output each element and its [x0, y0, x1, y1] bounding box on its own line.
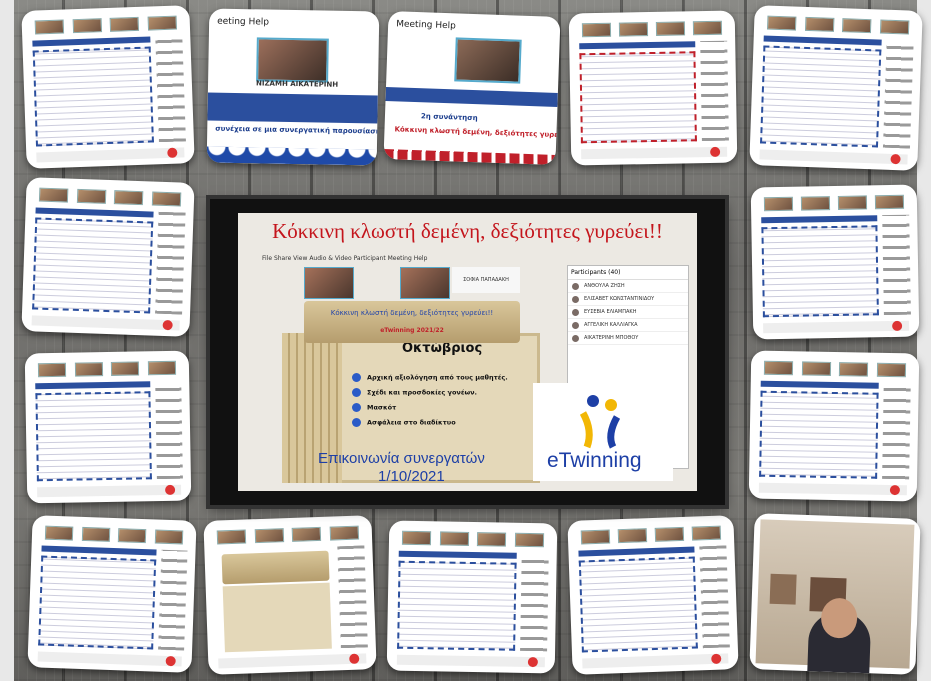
thumb3-meeting: 2η συνάντηση: [420, 112, 478, 123]
thumbnail-9: [748, 350, 920, 502]
etwinning-figure-icon: [579, 395, 621, 449]
participants-header: Participants (40): [568, 266, 688, 280]
thumbnail-12: [386, 520, 558, 674]
participant-row: ΑΝΘΟΥΛΑ ΖΗΣΗ: [568, 280, 688, 293]
agenda-list: Αρχική αξιολόγηση από τους μαθητές. Σχέδ…: [352, 373, 508, 433]
agenda-item-3: Μασκότ: [352, 403, 508, 412]
meeting-name-right: ΣΟΦΙΑ ΠΑΠΑΔΑΚΗ: [452, 267, 520, 293]
left-border: [0, 0, 14, 681]
participant-row: ΕΛΙΣΑΒΕΤ ΚΩΝΣΤΑΝΤΙΝΙΔΟΥ: [568, 293, 688, 306]
thumb2-menu: eeting Help: [217, 16, 270, 28]
thumbnail-2: eeting Help ΝΙΖΑΜΗ ΑΙΚΑΤΕΡΙΝΗ συνέχεια σ…: [206, 8, 380, 166]
thumbnail-10: [27, 515, 197, 673]
scroll-banner: Κόκκινη κλωστή δεμένη, δεξιότητες γυρεύε…: [304, 301, 520, 343]
year-label: eTwinning 2021/22: [380, 327, 444, 334]
caption-line2: 1/10/2021: [378, 468, 445, 485]
central-screenshot: Κόκκινη κλωστή δεμένη, δεξιότητες γυρεύε…: [238, 213, 697, 491]
thumb2-text: συνέχεια σε μια συνεργατική παρουσίαση, …: [215, 124, 380, 137]
thumbnail-1: [21, 5, 195, 169]
thumbnail-6: [21, 177, 195, 337]
thumbnail-5: [749, 5, 923, 171]
agenda-item-1: Αρχική αξιολόγηση από τους μαθητές.: [352, 373, 508, 382]
thumb2-name: ΝΙΖΑΜΗ ΑΙΚΑΤΕΡΙΝΗ: [255, 79, 339, 89]
thumbnail-7: [24, 350, 192, 504]
thumbnail-11: [203, 515, 377, 675]
thumbnail-8: [750, 184, 920, 340]
participant-row: ΑΙΚΑΤΕΡΙΝΗ ΜΠΟΘΟΥ: [568, 332, 688, 345]
video-tile-2: [400, 267, 450, 299]
month-label: Οκτώβριος: [402, 341, 483, 356]
thumbnail-3: Meeting Help 2η συνάντηση Κόκκινη κλωστή…: [383, 11, 561, 165]
logo-text: eTwinning: [547, 449, 642, 472]
etwinning-logo: eTwinning: [533, 383, 673, 481]
thumb3-title: Κόκκινη κλωστή δεμένη, δεξιότητες γυρεύε…: [394, 125, 561, 140]
thumb3-menu: Meeting Help: [396, 19, 456, 32]
thumbnail-14-photo: [749, 513, 921, 675]
caption-line1: Επικοινωνία συνεργατών: [318, 450, 485, 467]
menu-bar: File Share View Audio & Video Participan…: [262, 255, 428, 262]
central-frame: Κόκκινη κλωστή δεμένη, δεξιότητες γυρεύε…: [210, 199, 725, 505]
video-tile-1: [304, 267, 354, 299]
main-title: Κόκκινη κλωστή δεμένη, δεξιότητες γυρεύε…: [272, 219, 663, 243]
thumbnail-13: [567, 515, 739, 675]
agenda-item-2: Σχέδι και προσδοκίες γονέων.: [352, 388, 508, 397]
participant-row: ΑΓΓΕΛΙΚΗ ΚΑΛΛΙΑΓΚΑ: [568, 319, 688, 332]
thumbnail-4: [568, 10, 738, 166]
participant-row: ΕΥΣΕΒΙΑ ΕΛΙΑΜΠΑΚΗ: [568, 306, 688, 319]
scroll-title: Κόκκινη κλωστή δεμένη, δεξιότητες γυρεύε…: [330, 309, 494, 317]
agenda-item-4: Ασφάλεια στο διαδίκτυο: [352, 418, 508, 427]
